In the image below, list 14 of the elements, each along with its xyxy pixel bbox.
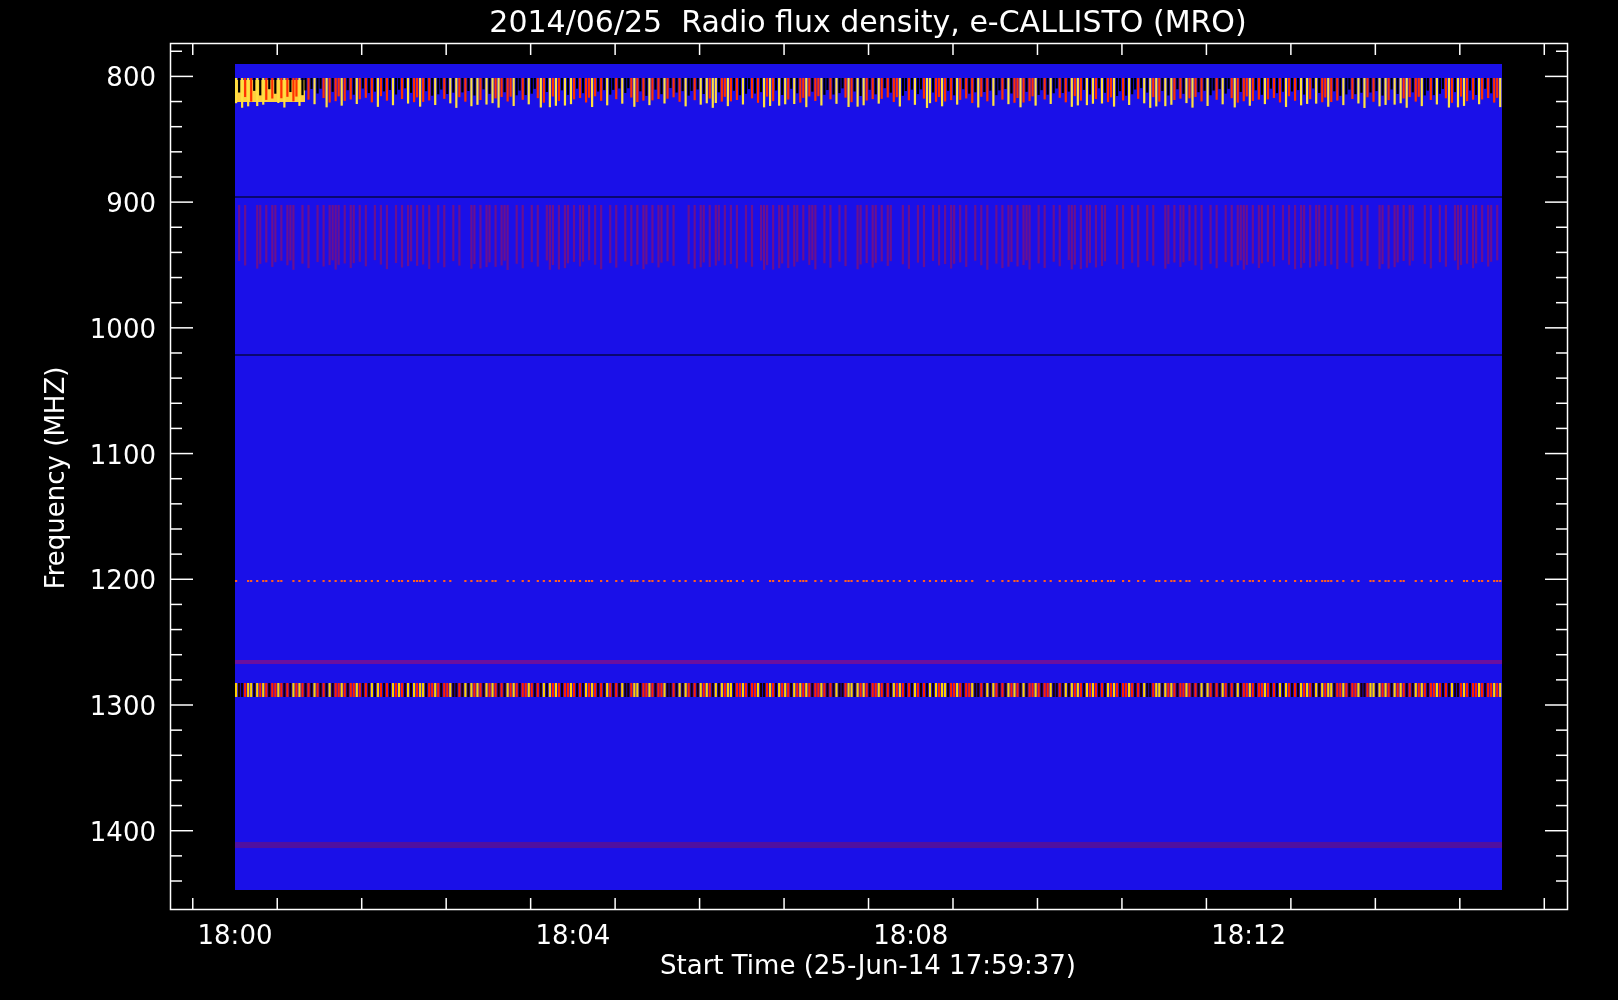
y-tick-label: 1300 bbox=[89, 691, 156, 721]
x-tick-label: 18:00 bbox=[197, 920, 273, 950]
y-tick-label: 1200 bbox=[89, 565, 156, 596]
x-tick-label: 18:12 bbox=[1211, 920, 1287, 950]
y-axis-label: Frequency (MHZ) bbox=[40, 366, 70, 590]
y-tick-label: 1400 bbox=[89, 816, 156, 847]
chart-title: 2014/06/25 Radio flux density, e-CALLISTO (MRO) bbox=[489, 4, 1247, 39]
y-tick-label: 1000 bbox=[89, 313, 156, 344]
x-tick-label: 18:04 bbox=[535, 920, 611, 950]
x-axis-label: Start Time (25-Jun-14 17:59:37) bbox=[660, 950, 1076, 980]
y-tick-label: 1100 bbox=[89, 439, 156, 470]
y-tick-label: 800 bbox=[106, 62, 156, 93]
y-tick-label: 900 bbox=[106, 188, 156, 219]
x-tick-label: 18:08 bbox=[873, 920, 949, 950]
